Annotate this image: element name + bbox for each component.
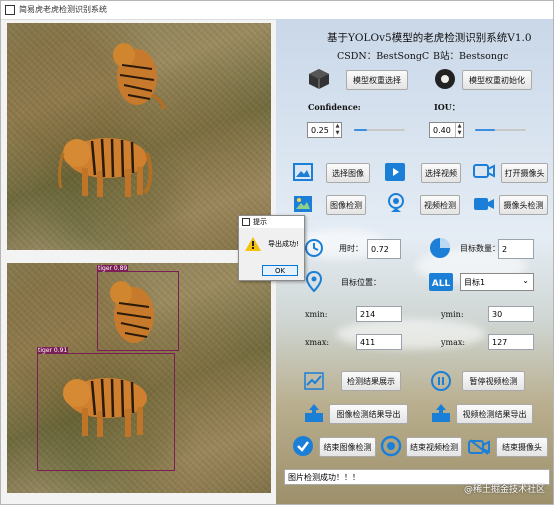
time-label: 用时： (339, 244, 363, 253)
dialog-ok-button[interactable]: OK (262, 265, 298, 276)
detection-box (37, 353, 175, 471)
confidence-spinbox[interactable]: 0.25 ▲ ▼ (307, 122, 342, 138)
count-label: 目标数量： (460, 244, 500, 253)
csdn-label: CSDN：BestSongC (337, 51, 430, 62)
bilibili-label: B站：Bestsongc (433, 51, 509, 62)
iou-slider-fill (475, 129, 496, 131)
select-image-button[interactable]: 选择图像 (326, 163, 370, 183)
webcam-icon (388, 193, 404, 212)
xmax-label: xmax: (305, 338, 330, 347)
iou-value: 0.40 (433, 125, 451, 135)
video-camera-icon (474, 198, 494, 210)
location-icon (305, 271, 323, 293)
export-video-button[interactable]: 视频检测结果导出 (456, 404, 533, 424)
ymax-field: 127 (488, 334, 534, 350)
result-image-panel: tiger 0.89 tiger 0.91 (7, 263, 271, 493)
time-field: 0.72 (367, 239, 401, 259)
image-detect-button[interactable]: 图像检测 (326, 195, 366, 215)
iou-slider[interactable] (475, 125, 526, 135)
confidence-value: 0.25 (311, 125, 329, 135)
xmax-field: 411 (356, 334, 402, 350)
camera-detect-button[interactable]: 摄像头检测 (499, 195, 548, 215)
xmin-label: xmin: (305, 310, 328, 319)
end-image-detect-button[interactable]: 结束图像检测 (319, 437, 376, 457)
select-video-button[interactable]: 选择视频 (421, 163, 461, 183)
dialog-message: 导出成功! (268, 240, 299, 248)
ymin-field: 30 (488, 306, 534, 322)
cube-icon (309, 69, 329, 89)
count-field: 2 (498, 239, 534, 259)
ymax-label: ymax: (441, 338, 466, 347)
target-select-value: 目标1 (464, 277, 486, 287)
confidence-slider-fill (354, 129, 367, 131)
camera-off-icon (468, 439, 490, 455)
upload-icon (305, 404, 323, 422)
title-bar: 简易虎老虎检测识别系统 (1, 1, 553, 20)
xmin-field: 214 (356, 306, 402, 322)
init-model-button[interactable]: 模型权重初始化 (462, 70, 532, 90)
model-weights-icon (435, 69, 455, 89)
end-video-detect-button[interactable]: 结束视频检测 (406, 437, 462, 457)
pause-video-button[interactable]: 暂停视频检测 (462, 371, 525, 391)
all-icon: ALL (429, 273, 453, 291)
camera-icon (473, 164, 495, 178)
status-message: 图片检测成功！！！ (288, 472, 360, 482)
iou-label: IOU： (434, 102, 460, 112)
ymin-label: ymin: (441, 310, 464, 319)
export-image-button[interactable]: 图像检测结果导出 (329, 404, 408, 424)
message-dialog: 提示 导出成功! OK (238, 215, 305, 281)
end-camera-button[interactable]: 结束摄像头 (496, 437, 548, 457)
dialog-title: 提示 (253, 218, 267, 226)
timer-icon (305, 239, 323, 257)
app-icon (5, 5, 15, 15)
upload-icon (432, 404, 450, 422)
original-image-panel (7, 23, 271, 250)
control-panel-background (276, 19, 553, 504)
detection-label: tiger 0.91 (37, 347, 69, 354)
show-results-button[interactable]: 检测结果展示 (341, 371, 401, 391)
tiger-image (113, 43, 166, 110)
image-detect-icon (294, 196, 312, 212)
check-circle-icon (293, 436, 313, 456)
image-icon (293, 163, 313, 181)
tiger-image (57, 138, 153, 197)
page-title: 基于YOLOv5模型的老虎检测识别系统V1.0 (327, 32, 532, 44)
watermark: @稀土掘金技术社区 (463, 485, 545, 495)
detection-box (97, 271, 179, 351)
stop-circle-icon (380, 435, 402, 457)
svg-text:ALL: ALL (432, 279, 451, 289)
position-label: 目标位置： (341, 278, 381, 287)
open-camera-button[interactable]: 打开摄像头 (501, 163, 548, 183)
select-model-button[interactable]: 模型权重选择 (346, 70, 408, 90)
pause-icon (431, 371, 451, 391)
dialog-app-icon (242, 218, 250, 226)
confidence-slider[interactable] (354, 125, 405, 135)
target-select[interactable]: 目标1 ⌄ (460, 273, 534, 291)
video-detect-button[interactable]: 视频检测 (420, 195, 460, 215)
window-title: 简易虎老虎检测识别系统 (19, 5, 107, 14)
video-icon (385, 163, 405, 181)
spin-arrows-icon[interactable]: ▲ ▼ (455, 123, 463, 137)
warning-icon (245, 237, 261, 251)
iou-spinbox[interactable]: 0.40 ▲ ▼ (429, 122, 464, 138)
detection-label: tiger 0.89 (97, 265, 129, 272)
line-chart-icon (304, 372, 324, 390)
pie-chart-icon (430, 238, 450, 258)
chevron-down-icon: ⌄ (522, 276, 529, 285)
confidence-label: Confidence: (308, 102, 361, 112)
app-window: 简易虎老虎检测识别系统 tiger 0.89 tiger 0.91 基于YOLO… (0, 0, 554, 505)
spin-arrows-icon[interactable]: ▲ ▼ (333, 123, 341, 137)
